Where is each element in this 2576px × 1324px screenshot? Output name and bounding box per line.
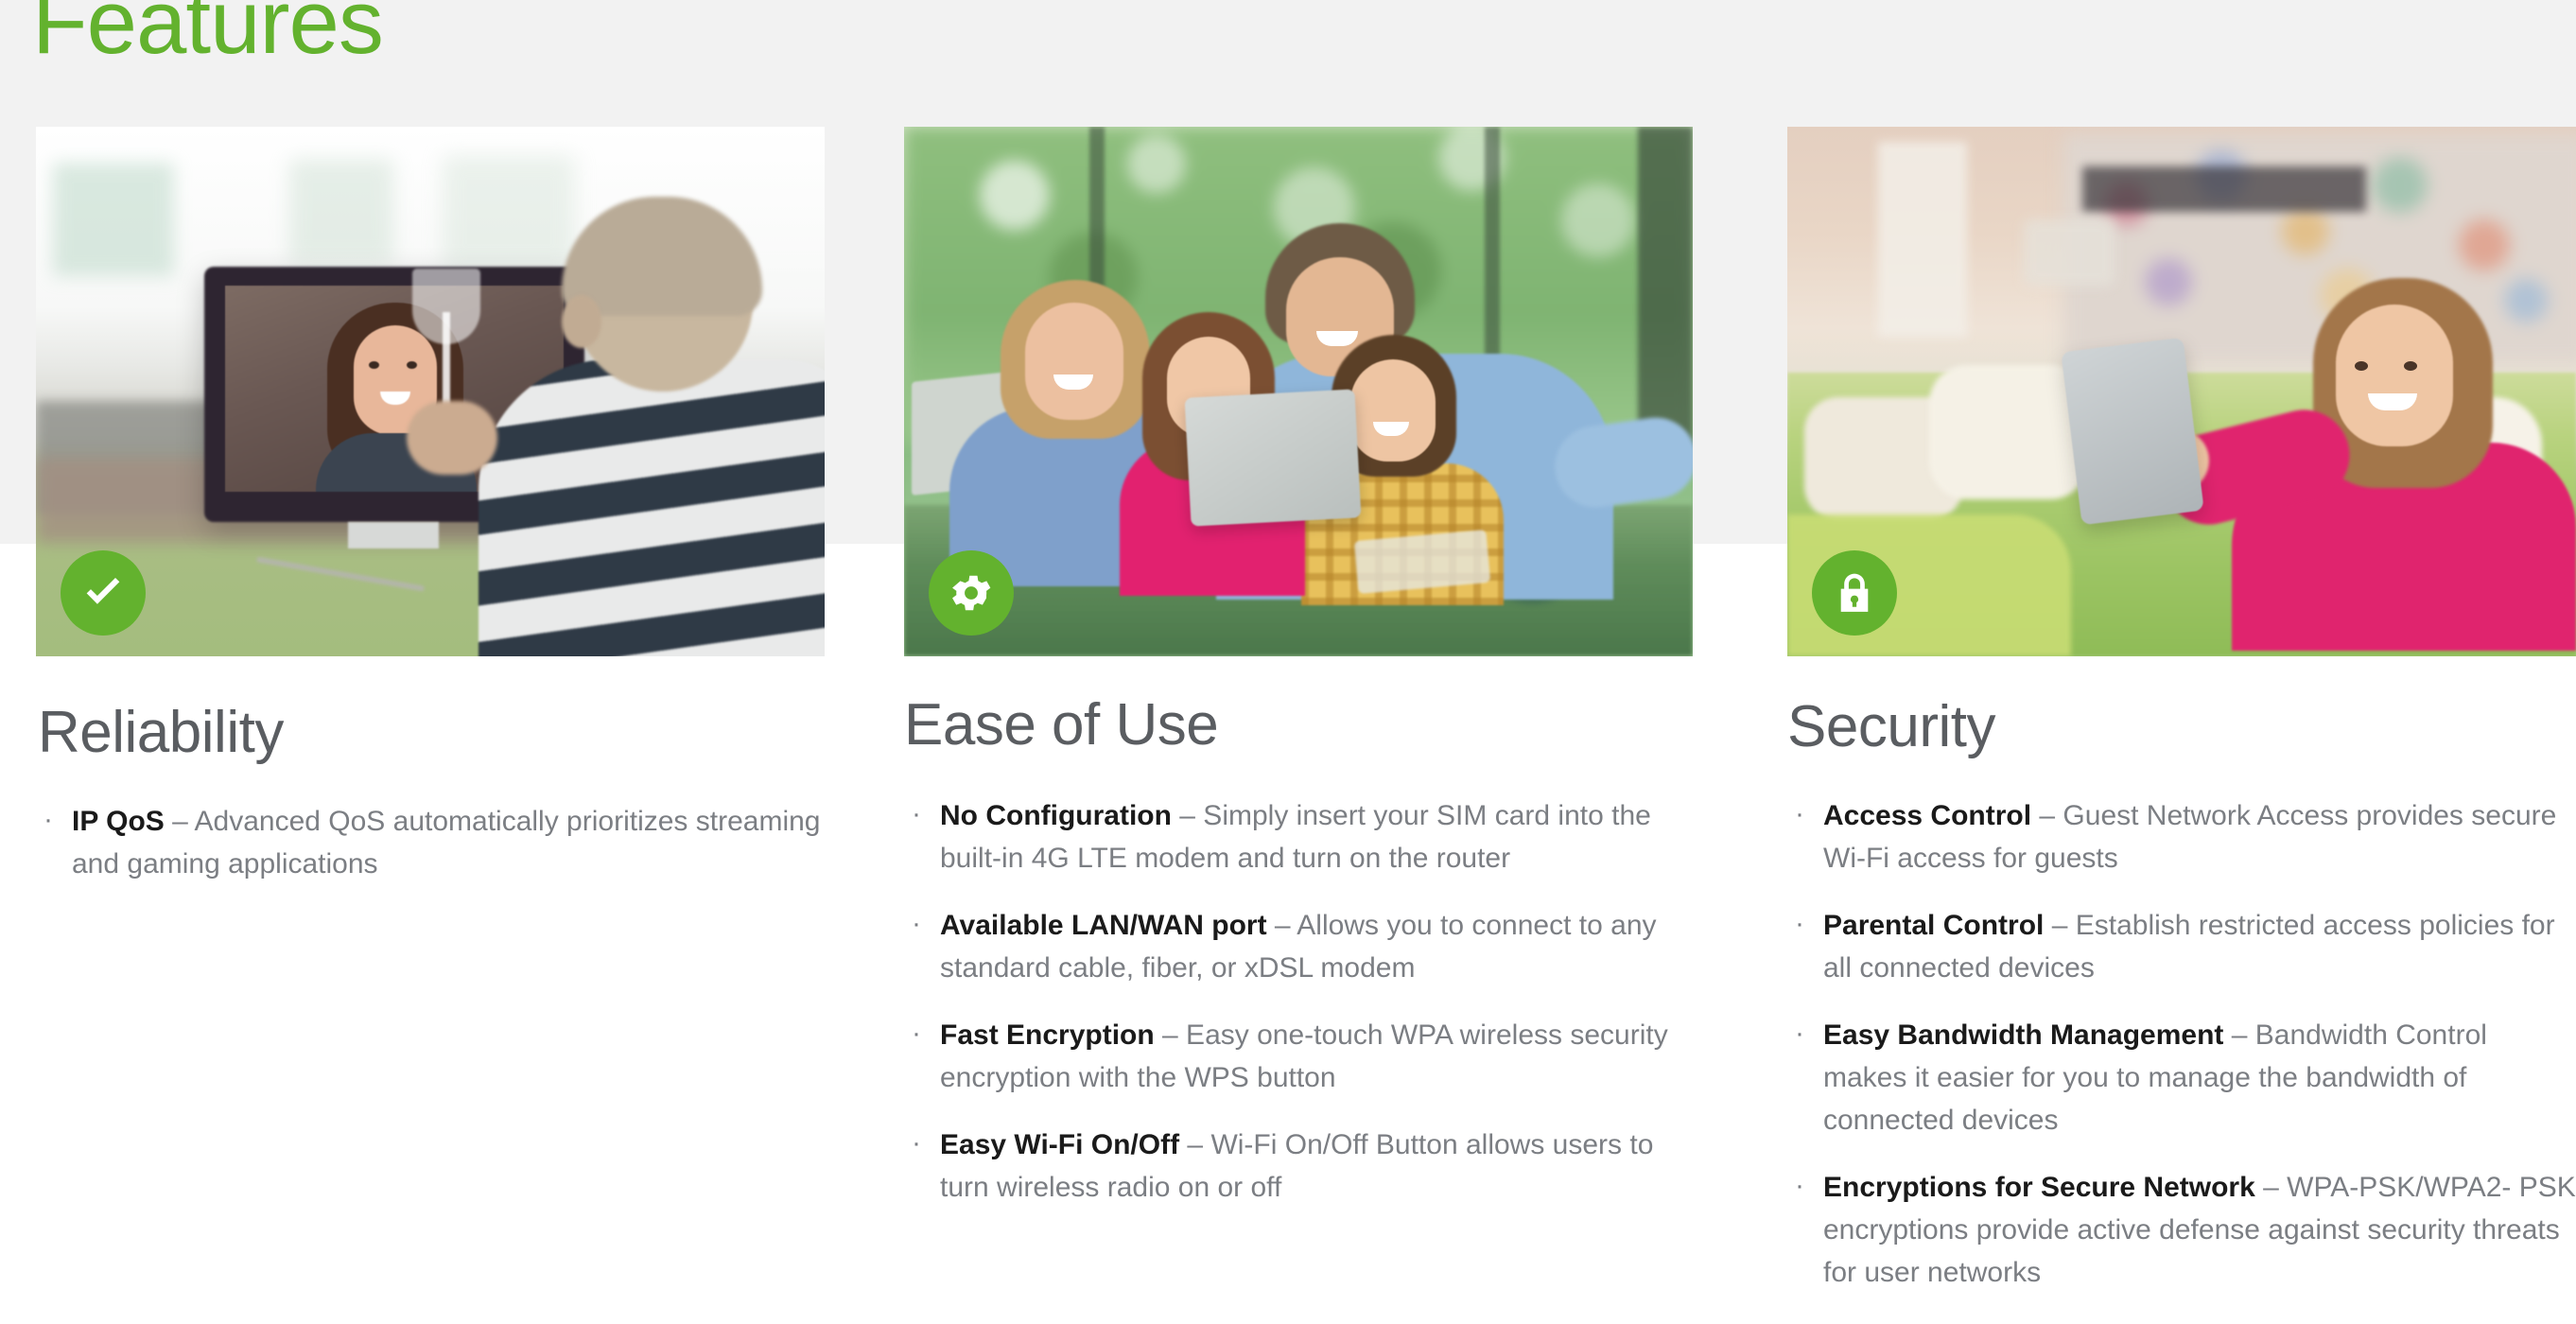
bullet-lead: Encryptions for Secure Network [1823, 1172, 2255, 1203]
list-item: Access Control – Guest Network Access pr… [1787, 793, 2576, 880]
list-item: IP QoS – Advanced QoS automatically prio… [36, 798, 825, 885]
bullet-lead: Parental Control [1823, 910, 2045, 941]
bullet-lead: No Configuration [940, 800, 1172, 831]
photo-ease-of-use [904, 127, 1693, 656]
list-item: Available LAN/WAN port – Allows you to c… [904, 902, 1693, 989]
photo-artwork [904, 127, 1693, 656]
bullet-list-reliability: IP QoS – Advanced QoS automatically prio… [36, 798, 825, 910]
photo-security [1787, 127, 2576, 656]
photo-reliability [36, 127, 825, 656]
lock-icon-badge [1812, 550, 1897, 636]
list-item: No Configuration – Simply insert your SI… [904, 793, 1693, 880]
column-ease-of-use: Ease of Use No Configuration – Simply in… [904, 0, 1693, 1324]
bullet-lead: Fast Encryption [940, 1019, 1155, 1051]
bullet-rest: – Advanced QoS automatically prioritizes… [72, 806, 821, 880]
features-slide: Features Reliability · IP QoS – Advanced… [0, 0, 2576, 1324]
photo-artwork [36, 127, 825, 656]
list-item: Parental Control – Establish restricted … [1787, 902, 2576, 989]
heading-security: Security [1787, 694, 1995, 759]
list-item: Fast Encryption – Easy one-touch WPA wir… [904, 1012, 1693, 1099]
check-icon-badge [61, 550, 146, 636]
bullet-lead: IP QoS [72, 806, 165, 837]
heading-reliability: Reliability [38, 700, 284, 765]
photo-artwork [1787, 127, 2576, 656]
gear-icon-badge [929, 550, 1014, 636]
list-item: Easy Wi-Fi On/Off – Wi-Fi On/Off Button … [904, 1122, 1693, 1209]
check-icon [78, 568, 128, 618]
bullet-list-security: Access Control – Guest Network Access pr… [1787, 793, 2576, 1318]
column-security: Security Access Control – Guest Network … [1787, 0, 2576, 1324]
lock-icon [1830, 568, 1879, 618]
list-item: Easy Bandwidth Management – Bandwidth Co… [1787, 1012, 2576, 1141]
list-item: Encryptions for Secure Network – WPA-PSK… [1787, 1164, 2576, 1294]
bullet-lead: Easy Wi-Fi On/Off [940, 1129, 1180, 1160]
heading-ease-of-use: Ease of Use [904, 692, 1219, 758]
bullet-lead: Available LAN/WAN port [940, 910, 1267, 941]
gear-icon [947, 568, 996, 618]
column-reliability: Reliability IP QoS – Advanced QoS automa… [36, 0, 825, 1324]
bullet-lead: Easy Bandwidth Management [1823, 1019, 2224, 1051]
bullet-lead: Access Control [1823, 800, 2032, 831]
bullet-list-ease-of-use: No Configuration – Simply insert your SI… [904, 793, 1693, 1233]
